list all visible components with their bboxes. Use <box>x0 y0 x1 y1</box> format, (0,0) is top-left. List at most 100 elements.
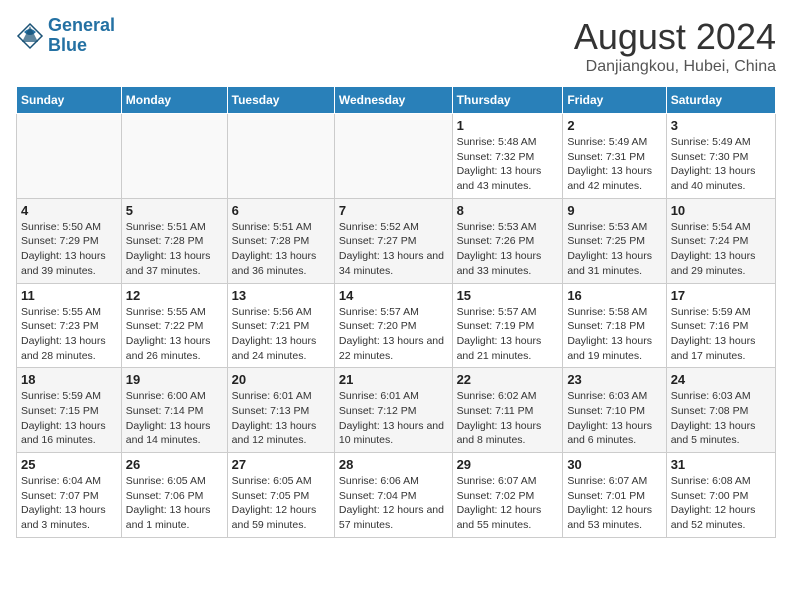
cell-info: Sunrise: 6:05 AMSunset: 7:05 PMDaylight:… <box>232 474 330 533</box>
calendar-week-row: 4 Sunrise: 5:50 AMSunset: 7:29 PMDaylight… <box>17 198 776 283</box>
calendar-cell: 14 Sunrise: 5:57 AMSunset: 7:20 PMDayligh… <box>334 283 452 368</box>
title-block: August 2024 Danjiangkou, Hubei, China <box>574 16 776 76</box>
cell-date-number: 25 <box>21 457 117 472</box>
cell-info: Sunrise: 6:07 AMSunset: 7:02 PMDaylight:… <box>457 474 559 533</box>
cell-date-number: 31 <box>671 457 771 472</box>
cell-date-number: 14 <box>339 288 448 303</box>
weekday-header: Thursday <box>452 87 563 114</box>
calendar-cell: 24 Sunrise: 6:03 AMSunset: 7:08 PMDayligh… <box>666 368 775 453</box>
calendar-cell: 15 Sunrise: 5:57 AMSunset: 7:19 PMDayligh… <box>452 283 563 368</box>
calendar-cell: 1Sunrise: 5:48 AMSunset: 7:32 PMDaylight… <box>452 114 563 199</box>
weekday-header: Monday <box>121 87 227 114</box>
cell-date-number: 16 <box>567 288 661 303</box>
calendar-cell: 27 Sunrise: 6:05 AMSunset: 7:05 PMDayligh… <box>227 453 334 538</box>
cell-info: Sunrise: 5:55 AMSunset: 7:23 PMDaylight:… <box>21 305 117 364</box>
cell-info: Sunrise: 5:49 AMSunset: 7:30 PMDaylight:… <box>671 135 771 194</box>
cell-date-number: 4 <box>21 203 117 218</box>
calendar-cell: 4 Sunrise: 5:50 AMSunset: 7:29 PMDaylight… <box>17 198 122 283</box>
cell-date-number: 23 <box>567 372 661 387</box>
logo-text: GeneralBlue <box>48 16 115 56</box>
cell-info: Sunrise: 5:59 AMSunset: 7:16 PMDaylight:… <box>671 305 771 364</box>
cell-info: Sunrise: 5:57 AMSunset: 7:19 PMDaylight:… <box>457 305 559 364</box>
cell-info: Sunrise: 5:50 AMSunset: 7:29 PMDaylight:… <box>21 220 117 279</box>
cell-info: Sunrise: 5:59 AMSunset: 7:15 PMDaylight:… <box>21 389 117 448</box>
cell-date-number: 29 <box>457 457 559 472</box>
calendar-cell: 21Sunrise: 6:01 AMSunset: 7:12 PMDayligh… <box>334 368 452 453</box>
weekday-header: Sunday <box>17 87 122 114</box>
cell-info: Sunrise: 5:53 AMSunset: 7:26 PMDaylight:… <box>457 220 559 279</box>
cell-date-number: 11 <box>21 288 117 303</box>
calendar-cell <box>227 114 334 199</box>
cell-date-number: 26 <box>126 457 223 472</box>
calendar-cell: 25 Sunrise: 6:04 AMSunset: 7:07 PMDayligh… <box>17 453 122 538</box>
cell-info: Sunrise: 5:53 AMSunset: 7:25 PMDaylight:… <box>567 220 661 279</box>
calendar-week-row: 11 Sunrise: 5:55 AMSunset: 7:23 PMDayligh… <box>17 283 776 368</box>
calendar-cell: 31 Sunrise: 6:08 AMSunset: 7:00 PMDayligh… <box>666 453 775 538</box>
calendar-cell: 8 Sunrise: 5:53 AMSunset: 7:26 PMDaylight… <box>452 198 563 283</box>
cell-date-number: 21 <box>339 372 448 387</box>
subtitle: Danjiangkou, Hubei, China <box>574 58 776 76</box>
calendar-cell <box>334 114 452 199</box>
cell-date-number: 8 <box>457 203 559 218</box>
cell-info: Sunrise: 5:48 AMSunset: 7:32 PMDaylight:… <box>457 135 559 194</box>
weekday-header: Friday <box>563 87 666 114</box>
calendar-cell: 18 Sunrise: 5:59 AMSunset: 7:15 PMDayligh… <box>17 368 122 453</box>
weekday-header-row: SundayMondayTuesdayWednesdayThursdayFrid… <box>17 87 776 114</box>
calendar-cell: 9 Sunrise: 5:53 AMSunset: 7:25 PMDaylight… <box>563 198 666 283</box>
calendar-cell <box>121 114 227 199</box>
calendar-week-row: 1Sunrise: 5:48 AMSunset: 7:32 PMDaylight… <box>17 114 776 199</box>
weekday-header: Saturday <box>666 87 775 114</box>
cell-date-number: 15 <box>457 288 559 303</box>
calendar-week-row: 25 Sunrise: 6:04 AMSunset: 7:07 PMDayligh… <box>17 453 776 538</box>
cell-date-number: 28 <box>339 457 448 472</box>
cell-info: Sunrise: 6:01 AMSunset: 7:13 PMDaylight:… <box>232 389 330 448</box>
cell-date-number: 24 <box>671 372 771 387</box>
calendar-cell: 12Sunrise: 5:55 AMSunset: 7:22 PMDayligh… <box>121 283 227 368</box>
calendar-cell: 19 Sunrise: 6:00 AMSunset: 7:14 PMDayligh… <box>121 368 227 453</box>
cell-info: Sunrise: 5:52 AMSunset: 7:27 PMDaylight:… <box>339 220 448 279</box>
calendar-cell: 7 Sunrise: 5:52 AMSunset: 7:27 PMDaylight… <box>334 198 452 283</box>
cell-date-number: 9 <box>567 203 661 218</box>
cell-date-number: 13 <box>232 288 330 303</box>
calendar-cell: 22 Sunrise: 6:02 AMSunset: 7:11 PMDayligh… <box>452 368 563 453</box>
cell-date-number: 27 <box>232 457 330 472</box>
calendar-cell: 23Sunrise: 6:03 AMSunset: 7:10 PMDayligh… <box>563 368 666 453</box>
cell-info: Sunrise: 5:51 AMSunset: 7:28 PMDaylight:… <box>126 220 223 279</box>
calendar-cell: 2 Sunrise: 5:49 AMSunset: 7:31 PMDaylight… <box>563 114 666 199</box>
calendar-cell: 20 Sunrise: 6:01 AMSunset: 7:13 PMDayligh… <box>227 368 334 453</box>
calendar-cell <box>17 114 122 199</box>
page-header: GeneralBlue August 2024 Danjiangkou, Hub… <box>16 16 776 76</box>
calendar-cell: 17 Sunrise: 5:59 AMSunset: 7:16 PMDayligh… <box>666 283 775 368</box>
calendar-cell: 3 Sunrise: 5:49 AMSunset: 7:30 PMDaylight… <box>666 114 775 199</box>
calendar-cell: 30Sunrise: 6:07 AMSunset: 7:01 PMDayligh… <box>563 453 666 538</box>
calendar-table: SundayMondayTuesdayWednesdayThursdayFrid… <box>16 86 776 538</box>
cell-date-number: 3 <box>671 118 771 133</box>
cell-info: Sunrise: 6:04 AMSunset: 7:07 PMDaylight:… <box>21 474 117 533</box>
cell-info: Sunrise: 6:08 AMSunset: 7:00 PMDaylight:… <box>671 474 771 533</box>
cell-date-number: 17 <box>671 288 771 303</box>
cell-date-number: 2 <box>567 118 661 133</box>
cell-info: Sunrise: 5:54 AMSunset: 7:24 PMDaylight:… <box>671 220 771 279</box>
cell-info: Sunrise: 6:03 AMSunset: 7:08 PMDaylight:… <box>671 389 771 448</box>
calendar-cell: 16Sunrise: 5:58 AMSunset: 7:18 PMDayligh… <box>563 283 666 368</box>
cell-info: Sunrise: 5:49 AMSunset: 7:31 PMDaylight:… <box>567 135 661 194</box>
cell-info: Sunrise: 5:56 AMSunset: 7:21 PMDaylight:… <box>232 305 330 364</box>
cell-date-number: 7 <box>339 203 448 218</box>
cell-date-number: 20 <box>232 372 330 387</box>
cell-info: Sunrise: 6:00 AMSunset: 7:14 PMDaylight:… <box>126 389 223 448</box>
cell-info: Sunrise: 6:02 AMSunset: 7:11 PMDaylight:… <box>457 389 559 448</box>
calendar-cell: 5Sunrise: 5:51 AMSunset: 7:28 PMDaylight… <box>121 198 227 283</box>
cell-date-number: 22 <box>457 372 559 387</box>
calendar-week-row: 18 Sunrise: 5:59 AMSunset: 7:15 PMDayligh… <box>17 368 776 453</box>
cell-date-number: 12 <box>126 288 223 303</box>
logo-icon <box>16 22 44 50</box>
weekday-header: Tuesday <box>227 87 334 114</box>
cell-info: Sunrise: 6:05 AMSunset: 7:06 PMDaylight:… <box>126 474 223 533</box>
cell-date-number: 18 <box>21 372 117 387</box>
cell-info: Sunrise: 5:57 AMSunset: 7:20 PMDaylight:… <box>339 305 448 364</box>
cell-date-number: 19 <box>126 372 223 387</box>
weekday-header: Wednesday <box>334 87 452 114</box>
main-title: August 2024 <box>574 16 776 58</box>
calendar-cell: 6Sunrise: 5:51 AMSunset: 7:28 PMDaylight… <box>227 198 334 283</box>
cell-date-number: 30 <box>567 457 661 472</box>
